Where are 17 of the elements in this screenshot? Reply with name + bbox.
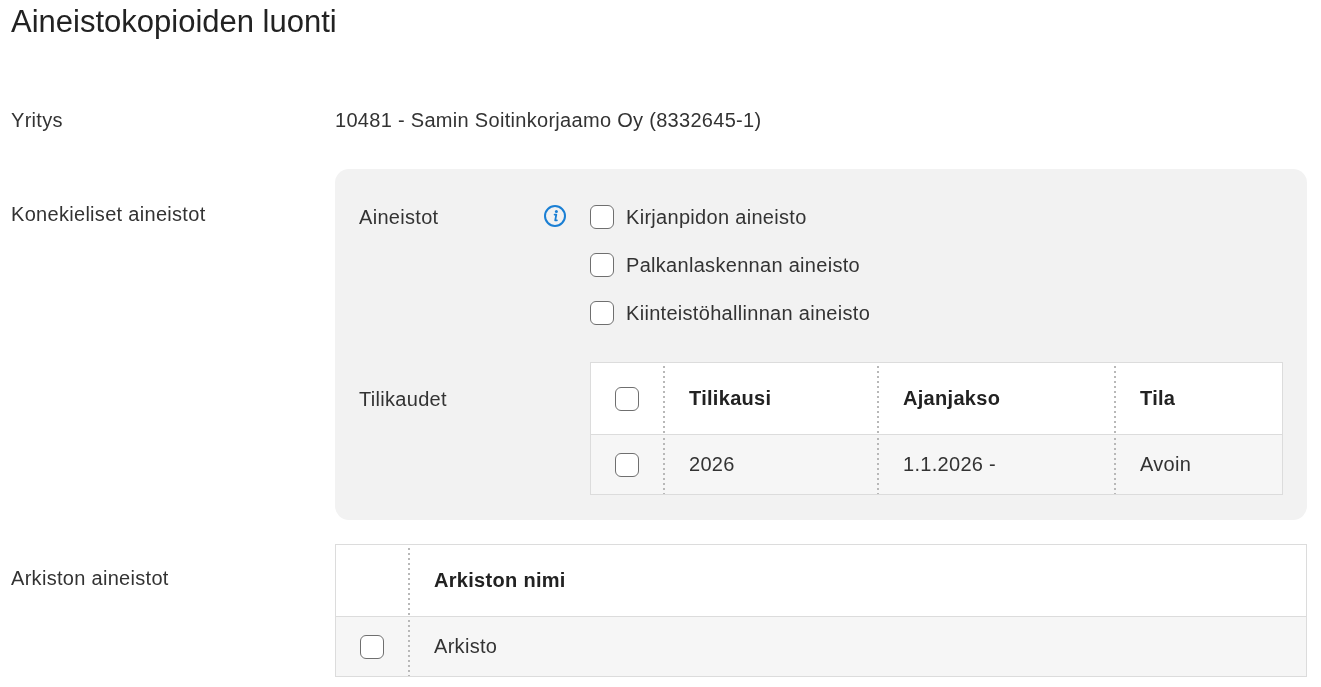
group-label: Aineistot [359,205,439,229]
checkbox-label: Kirjanpidon aineisto [626,205,807,229]
info-icon[interactable] [544,205,566,227]
checkbox[interactable] [615,386,639,411]
company-value: 10481 - Samin Soitinkorjaamo Oy (8332645-1) [335,109,762,131]
field-label: Yritys [11,109,63,131]
page-title: Aineistokopioiden luonti [11,5,337,39]
checkbox[interactable] [615,452,639,477]
checkbox-label: Kiinteistöhallinnan aineisto [626,301,871,325]
checkbox[interactable] [590,301,614,325]
checkbox[interactable] [590,205,614,229]
field-label: Arkiston aineistot [11,567,169,589]
checkbox[interactable] [360,634,384,659]
checkbox-label: Palkanlaskennan aineisto [626,253,861,277]
group-label: Tilikaudet [359,387,447,411]
checkbox[interactable] [590,253,614,277]
field-label: Konekieliset aineistot [11,203,206,225]
